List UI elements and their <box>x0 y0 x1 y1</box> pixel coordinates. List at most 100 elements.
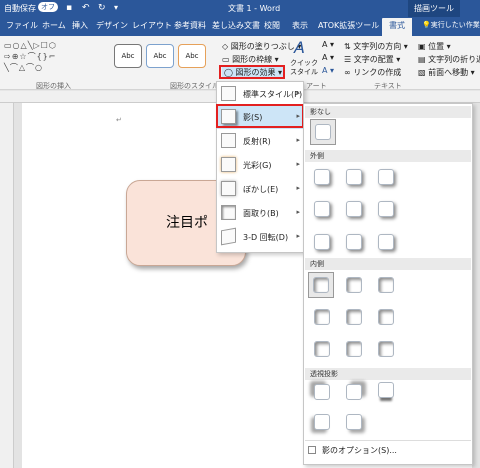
menu-item-preset-label: 標準スタイル(P) <box>243 90 303 99</box>
save-icon[interactable]: ▪ <box>66 3 72 13</box>
shape-style-3[interactable]: Abc <box>178 44 206 68</box>
shape-style-2[interactable]: Abc <box>146 44 174 68</box>
reflection-icon <box>221 133 236 148</box>
outer-shadow-3[interactable] <box>378 169 394 185</box>
shape-outline-button[interactable]: ▭ 図形の枠線 ▾ <box>222 54 279 65</box>
text-direction-button[interactable]: ⇅ 文字列の方向 ▾ <box>344 41 408 52</box>
tab-layout[interactable]: レイアウト <box>132 20 172 31</box>
submenu-arrow-icon: ▸ <box>296 232 300 240</box>
inner-shadow-2[interactable] <box>346 277 362 293</box>
quick-style-label-2[interactable]: スタイル <box>290 67 318 77</box>
inner-shadow-3[interactable] <box>378 277 394 293</box>
perspective-shadow-2[interactable] <box>346 384 362 400</box>
highlight-shadow <box>216 104 304 128</box>
shape-fill-label: 図形の塗りつぶし <box>230 42 295 51</box>
autosave-toggle[interactable]: オフ <box>38 2 58 12</box>
menu-item-reflection-label: 反射(R) <box>243 137 271 146</box>
outer-shadow-8[interactable] <box>346 234 362 250</box>
tab-mailings[interactable]: 差し込み文書 <box>212 20 260 31</box>
tab-view[interactable]: 表示 <box>292 20 308 31</box>
menu-item-preset[interactable]: 標準スタイル(P) ▸ <box>217 83 303 106</box>
create-link-label: リンクの作成 <box>353 68 402 77</box>
align-text-button[interactable]: ☰ 文字の配置 ▾ <box>344 54 400 65</box>
bring-forward-button[interactable]: ▧ 前面へ移動 ▾ <box>418 67 475 78</box>
tell-me-search[interactable]: 💡実行したい作業を <box>422 20 480 30</box>
tab-format[interactable]: 書式 <box>382 18 412 36</box>
wrap-text-button[interactable]: ▤ 文字列の折り返し ▾ <box>418 54 480 65</box>
outer-shadow-7[interactable] <box>314 234 330 250</box>
customize-qat-icon[interactable]: ▾ <box>114 3 118 12</box>
outer-shadow-1[interactable] <box>314 169 330 185</box>
tab-atok[interactable]: ATOK拡張ツール <box>318 20 379 31</box>
submenu-arrow-icon: ▸ <box>296 208 300 216</box>
tab-design[interactable]: デザイン <box>96 20 128 31</box>
section-no-shadow: 影なし <box>305 106 471 118</box>
outer-shadow-2[interactable] <box>346 169 362 185</box>
document-title: 文書 1 - Word <box>228 4 281 13</box>
outer-shadow-5[interactable] <box>346 201 362 217</box>
highlight-effects <box>219 65 285 79</box>
preset-icon <box>221 86 236 101</box>
outer-shadow-6[interactable] <box>378 201 394 217</box>
menu-item-bevel[interactable]: 面取り(B) ▸ <box>217 202 303 225</box>
section-perspective: 透視投影 <box>305 368 471 380</box>
shape-outline-label: 図形の枠線 <box>232 55 273 64</box>
align-text-label: 文字の配置 <box>353 55 394 64</box>
menu-item-bevel-label: 面取り(B) <box>243 209 279 218</box>
wrap-text-label: 文字列の折り返し <box>428 55 480 64</box>
inner-shadow-5[interactable] <box>346 309 362 325</box>
inner-shadow-1[interactable] <box>313 277 329 293</box>
autosave-label: 自動保存 <box>4 4 36 13</box>
tab-references[interactable]: 参考資料 <box>174 20 206 31</box>
drawing-tools-context: 描画ツール <box>408 0 460 17</box>
perspective-shadow-4[interactable] <box>314 414 330 430</box>
inner-shadow-4[interactable] <box>314 309 330 325</box>
inner-shadow-8[interactable] <box>346 341 362 357</box>
shadow-options-link[interactable]: 影のオプション(S)... <box>322 445 397 456</box>
group-label-text: テキスト <box>374 82 402 90</box>
undo-icon[interactable]: ↶ <box>82 3 90 13</box>
perspective-shadow-1[interactable] <box>314 384 330 400</box>
text-outline-icon[interactable]: A ▾ <box>322 53 334 62</box>
divider <box>305 440 471 441</box>
submenu-arrow-icon: ▸ <box>296 89 300 97</box>
menu-item-3d-rotation[interactable]: 3-D 回転(D) ▸ <box>217 226 303 249</box>
tab-insert[interactable]: 挿入 <box>72 20 88 31</box>
menu-item-glow[interactable]: 光彩(G) ▸ <box>217 154 303 177</box>
quick-style-icon[interactable]: A <box>294 38 305 57</box>
shape-fill-button[interactable]: ◇ 図形の塗りつぶし ▾ <box>222 41 301 52</box>
tab-file[interactable]: ファイル <box>6 20 38 31</box>
create-link-button[interactable]: ∞ リンクの作成 <box>344 67 401 78</box>
section-inner: 内側 <box>305 258 471 270</box>
shapes-gallery[interactable]: ▭○△╲▷☐⬡ ⇨⊕☆⌒{}⌐ ╲⌒△⌒○ <box>4 40 96 74</box>
menu-item-reflection[interactable]: 反射(R) ▸ <box>217 130 303 153</box>
tell-me-text: 実行したい作業を <box>430 21 480 29</box>
vertical-ruler <box>0 103 14 468</box>
outer-shadow-9[interactable] <box>378 234 394 250</box>
group-label-insert: 図形の挿入 <box>36 82 71 90</box>
shape-style-1[interactable]: Abc <box>114 44 142 68</box>
text-effects-icon[interactable]: A ▾ <box>322 66 334 75</box>
3d-rotation-icon <box>221 227 236 246</box>
inner-shadow-6[interactable] <box>378 309 394 325</box>
position-label: 位置 <box>428 42 445 51</box>
redo-icon[interactable]: ↻ <box>98 3 106 13</box>
perspective-shadow-3[interactable] <box>378 382 394 398</box>
bring-forward-label: 前面へ移動 <box>428 68 469 77</box>
paragraph-mark: ↵ <box>116 116 122 124</box>
title-bar: 自動保存 オフ ▪ ↶ ↻ ▾ 文書 1 - Word 描画ツール <box>0 0 480 17</box>
shape-text[interactable]: 注目ポ <box>166 212 208 232</box>
submenu-arrow-icon: ▸ <box>296 136 300 144</box>
menu-item-soft-edges[interactable]: ぼかし(E) ▸ <box>217 178 303 201</box>
outer-shadow-4[interactable] <box>314 201 330 217</box>
perspective-shadow-5[interactable] <box>346 414 362 430</box>
inner-shadow-7[interactable] <box>314 341 330 357</box>
text-fill-icon[interactable]: A ▾ <box>322 40 334 49</box>
soft-edges-icon <box>221 181 236 196</box>
position-button[interactable]: ▣ 位置 ▾ <box>418 41 451 52</box>
group-label-wordart: アート <box>306 82 327 90</box>
tab-review[interactable]: 校閲 <box>264 20 280 31</box>
inner-shadow-9[interactable] <box>378 341 394 357</box>
shadow-options-icon <box>308 446 316 454</box>
tab-home[interactable]: ホーム <box>42 20 66 31</box>
